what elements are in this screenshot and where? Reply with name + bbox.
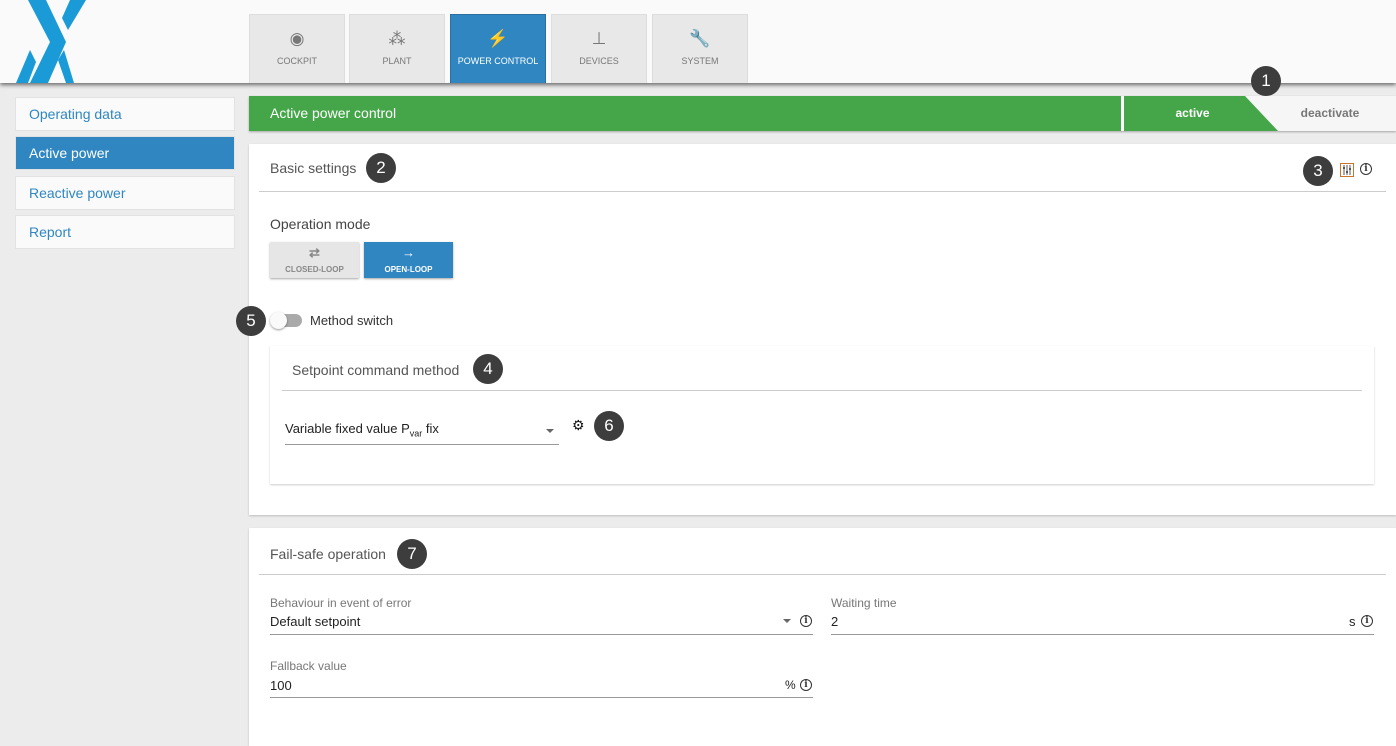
operation-mode-label: Operation mode	[270, 216, 371, 232]
callout-badge: 4	[473, 354, 503, 384]
tab-system[interactable]: 🔧 SYSTEM	[652, 14, 748, 83]
callout-badge: 2	[366, 153, 396, 183]
info-icon[interactable]: i	[800, 615, 812, 627]
callout-badge: 1	[1251, 66, 1281, 96]
info-icon[interactable]: i	[1360, 163, 1372, 175]
sidebar-item-reactive-power[interactable]: Reactive power	[15, 176, 235, 210]
brand-logo	[16, 0, 86, 83]
tab-cockpit[interactable]: ◉ COCKPIT	[249, 14, 345, 83]
divider	[282, 390, 1362, 391]
chevron-down-icon	[546, 429, 554, 433]
arrow-right-icon: →	[402, 245, 415, 260]
status-title: Active power control	[270, 105, 397, 121]
tab-power-control[interactable]: ⚡ POWER CONTROL	[450, 14, 546, 83]
wrench-icon: 🔧	[689, 29, 711, 48]
input-underline	[270, 697, 813, 698]
deactivate-button[interactable]: deactivate	[1290, 96, 1370, 131]
callout-badge: 6	[594, 411, 624, 441]
repeat-icon: ⇄	[309, 245, 320, 260]
hierarchy-icon: ⊥	[591, 29, 607, 48]
toggle-knob	[270, 312, 287, 329]
open-loop-button[interactable]: → OPEN-LOOP	[364, 242, 453, 278]
sidebar-item-active-power[interactable]: Active power	[15, 136, 235, 170]
tab-devices[interactable]: ⊥ DEVICES	[551, 14, 647, 83]
section-title: Fail-safe operation	[270, 546, 386, 562]
callout-badge: 3	[1303, 156, 1333, 186]
active-state-button[interactable]: active	[1125, 96, 1260, 131]
fallback-unit: %	[785, 678, 796, 692]
closed-loop-button[interactable]: ⇄ CLOSED-LOOP	[270, 242, 359, 278]
equalizer-icon[interactable]	[1340, 163, 1354, 177]
waiting-time-unit: s	[1349, 614, 1356, 629]
network-icon: ⁂	[388, 29, 406, 48]
power-tower-icon: ⚡	[487, 29, 509, 48]
top-header: ◉ COCKPIT ⁂ PLANT ⚡ POWER CONTROL ⊥ DEVICES …	[0, 0, 1396, 83]
gear-icon[interactable]: ⚙	[572, 417, 585, 434]
input-underline	[831, 634, 1374, 635]
select-underline	[285, 444, 559, 445]
divider	[259, 574, 1386, 575]
method-switch-toggle[interactable]	[270, 312, 302, 329]
divider	[259, 191, 1386, 192]
section-title: Setpoint command method	[292, 362, 460, 378]
callout-badge: 7	[397, 539, 427, 569]
fallback-label: Fallback value	[270, 659, 347, 673]
chevron-down-icon	[783, 619, 791, 623]
section-title: Basic settings	[270, 160, 357, 176]
behaviour-select[interactable]: Default setpoint	[270, 614, 360, 629]
fail-safe-card: Fail-safe operation 7	[249, 528, 1396, 746]
method-switch-label: Method switch	[310, 313, 394, 328]
behaviour-label: Behaviour in event of error	[270, 596, 412, 610]
tab-plant[interactable]: ⁂ PLANT	[349, 14, 445, 83]
info-icon[interactable]: i	[800, 679, 812, 691]
waiting-time-label: Waiting time	[831, 596, 897, 610]
info-icon[interactable]: i	[1361, 615, 1373, 627]
divider	[1121, 96, 1124, 131]
waiting-time-input[interactable]: 2	[831, 614, 838, 629]
target-icon: ◉	[289, 29, 305, 48]
callout-badge: 5	[236, 306, 266, 336]
setpoint-method-select[interactable]: Variable fixed value Pvar fix	[285, 421, 439, 439]
select-underline	[270, 634, 813, 635]
fallback-input[interactable]: 100	[270, 678, 292, 693]
setpoint-card: Setpoint command method 4	[270, 346, 1374, 484]
sidebar-item-operating-data[interactable]: Operating data	[15, 97, 235, 131]
sidebar-item-report[interactable]: Report	[15, 215, 235, 249]
